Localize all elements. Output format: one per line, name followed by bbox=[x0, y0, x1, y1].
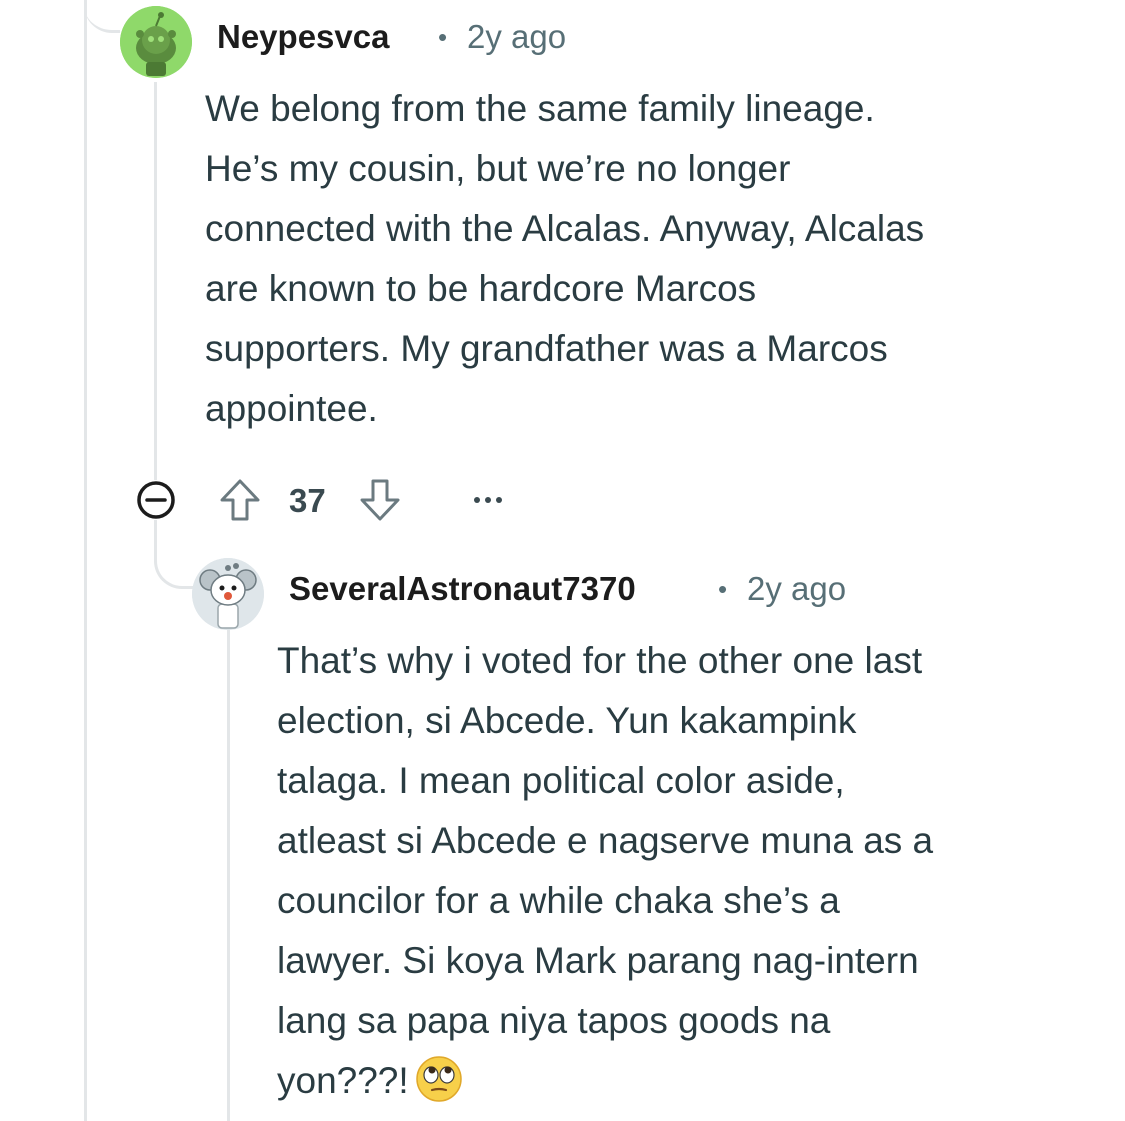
comment-line: lawyer. Si koya Mark parang nag-intern bbox=[277, 940, 919, 981]
comment-timestamp[interactable]: 2y ago bbox=[467, 18, 566, 56]
more-options-button[interactable] bbox=[470, 486, 506, 514]
comment-line: atleast si Abcede e nagserve muna as a bbox=[277, 820, 934, 861]
comment-line: election, si Abcede. Yun kakampink bbox=[277, 700, 857, 741]
collapse-icon bbox=[137, 481, 175, 519]
comment-line: He’s my cousin, but we’re no longer bbox=[205, 148, 791, 189]
eye-roll-emoji-icon bbox=[415, 1056, 462, 1102]
comment-body: That’s why i voted for the other one las… bbox=[277, 631, 933, 1111]
comment-timestamp[interactable]: 2y ago bbox=[747, 570, 846, 608]
collapse-button[interactable] bbox=[134, 478, 178, 522]
avatar[interactable] bbox=[120, 6, 192, 78]
comment-body: We belong from the same family lineage. … bbox=[205, 79, 924, 439]
snoo-koala-avatar-icon bbox=[192, 558, 264, 630]
comment-author[interactable]: SeveralAstronaut7370 bbox=[289, 570, 636, 608]
more-options-icon bbox=[474, 497, 502, 503]
downvote-button[interactable] bbox=[356, 476, 404, 524]
thread-curve-reply bbox=[154, 520, 193, 589]
snoo-avatar-icon bbox=[120, 6, 192, 78]
comment-line: supporters. My grandfather was a Marcos bbox=[205, 328, 888, 369]
upvote-icon bbox=[220, 479, 260, 521]
comment-author[interactable]: Neypesvca bbox=[217, 18, 389, 56]
meta-separator: • bbox=[438, 22, 448, 52]
thread-line-outer bbox=[84, 0, 87, 1121]
comment-line: councilor for a while chaka she’s a bbox=[277, 880, 840, 921]
comment-line: talaga. I mean political color aside, bbox=[277, 760, 845, 801]
thread-line-comment2 bbox=[227, 630, 230, 1121]
comment-line: are known to be hardcore Marcos bbox=[205, 268, 757, 309]
comment-line: connected with the Alcalas. Anyway, Alca… bbox=[205, 208, 925, 249]
thread-line-comment1 bbox=[154, 82, 157, 480]
upvote-button[interactable] bbox=[216, 476, 264, 524]
avatar[interactable] bbox=[192, 558, 264, 630]
comment-line-text: yon???! bbox=[277, 1060, 409, 1101]
comment-line: We belong from the same family lineage. bbox=[205, 88, 875, 129]
comment-line: appointee. bbox=[205, 388, 378, 429]
downvote-icon bbox=[360, 479, 400, 521]
comment-line: lang sa papa niya tapos goods na bbox=[277, 1000, 831, 1041]
comment-line-last: yon???! bbox=[277, 1051, 933, 1111]
meta-separator: • bbox=[718, 574, 728, 604]
thread-curve-top bbox=[84, 0, 120, 33]
comment-line: That’s why i voted for the other one las… bbox=[277, 640, 923, 681]
vote-count: 37 bbox=[289, 482, 326, 519]
